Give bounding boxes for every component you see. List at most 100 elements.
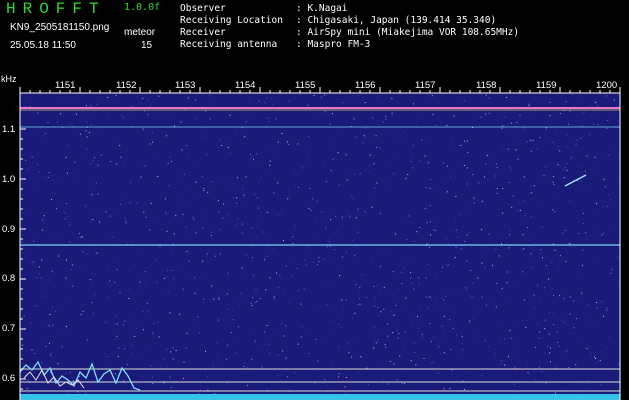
noise-speck	[500, 360, 502, 362]
noise-speck	[344, 386, 346, 388]
noise-speck	[247, 367, 249, 369]
noise-speck	[338, 376, 340, 378]
noise-speck	[508, 247, 510, 249]
noise-speck	[36, 183, 38, 185]
noise-speck	[298, 186, 299, 188]
noise-speck	[525, 326, 527, 328]
noise-speck	[55, 235, 57, 237]
noise-speck	[116, 268, 118, 270]
noise-speck	[601, 301, 603, 303]
noise-speck	[569, 110, 571, 112]
noise-speck	[56, 176, 58, 177]
noise-speck	[611, 268, 613, 270]
noise-speck	[86, 339, 88, 341]
noise-speck	[548, 278, 550, 280]
noise-speck	[562, 232, 564, 234]
noise-speck	[266, 117, 268, 119]
noise-speck	[488, 97, 490, 99]
noise-speck	[198, 393, 200, 394]
noise-speck	[557, 164, 559, 166]
noise-speck	[382, 121, 384, 123]
noise-speck	[257, 207, 259, 209]
noise-speck	[158, 321, 159, 323]
noise-speck	[502, 125, 504, 127]
noise-speck	[195, 99, 196, 101]
noise-speck	[88, 132, 90, 134]
noise-speck	[470, 270, 472, 271]
noise-speck	[537, 284, 539, 286]
noise-speck	[231, 310, 233, 312]
noise-speck	[337, 124, 339, 126]
noise-speck	[110, 285, 111, 287]
noise-speck	[418, 114, 420, 115]
noise-speck	[349, 215, 351, 217]
noise-speck	[462, 380, 464, 382]
noise-speck	[608, 121, 610, 123]
noise-speck	[424, 155, 426, 157]
noise-speck	[429, 205, 431, 206]
noise-speck	[216, 356, 218, 358]
x-tick-label: 1159	[536, 80, 557, 91]
noise-speck	[252, 297, 253, 299]
noise-speck	[437, 220, 439, 222]
noise-speck	[219, 139, 221, 141]
noise-speck	[438, 346, 440, 348]
noise-speck	[201, 176, 203, 177]
noise-speck	[21, 291, 23, 293]
noise-speck	[618, 364, 620, 366]
noise-speck	[57, 363, 59, 365]
noise-speck	[516, 100, 517, 102]
noise-speck	[86, 148, 88, 150]
noise-speck	[375, 135, 377, 137]
noise-speck	[134, 264, 136, 266]
noise-speck	[403, 131, 405, 133]
noise-speck	[431, 95, 433, 97]
noise-speck	[219, 228, 221, 230]
noise-speck	[183, 173, 185, 175]
noise-speck	[286, 385, 288, 387]
noise-speck	[426, 222, 428, 224]
noise-speck	[189, 232, 191, 234]
noise-speck	[566, 350, 568, 352]
noise-speck	[500, 340, 502, 342]
noise-speck	[142, 97, 144, 99]
noise-speck	[380, 266, 381, 268]
noise-speck	[55, 310, 57, 312]
noise-speck	[548, 333, 550, 335]
noise-speck	[568, 243, 570, 244]
noise-speck	[430, 179, 432, 180]
noise-speck	[508, 122, 510, 124]
noise-speck	[514, 367, 516, 369]
noise-speck	[140, 284, 142, 286]
noise-speck	[154, 259, 156, 261]
noise-speck	[204, 278, 205, 280]
noise-speck	[27, 254, 29, 256]
noise-speck	[107, 296, 108, 298]
noise-speck	[528, 105, 530, 107]
noise-speck	[412, 167, 414, 169]
noise-speck	[455, 177, 457, 179]
noise-speck	[142, 310, 144, 312]
noise-speck	[264, 331, 266, 333]
noise-speck	[319, 261, 321, 263]
noise-speck	[518, 156, 520, 158]
noise-speck	[429, 141, 431, 143]
noise-speck	[442, 266, 443, 268]
noise-speck	[181, 149, 183, 151]
noise-speck	[216, 342, 218, 344]
noise-speck	[236, 224, 238, 226]
noise-speck	[111, 236, 113, 238]
noise-speck	[297, 143, 299, 145]
noise-speck	[105, 322, 107, 324]
noise-speck	[411, 157, 413, 159]
noise-speck	[533, 113, 535, 115]
noise-speck	[78, 376, 80, 378]
noise-speck	[569, 200, 571, 201]
noise-speck	[496, 192, 498, 194]
noise-speck	[358, 293, 360, 295]
noise-speck	[251, 155, 253, 157]
noise-speck	[321, 383, 323, 384]
noise-speck	[563, 177, 565, 179]
noise-speck	[559, 255, 561, 257]
noise-speck	[237, 185, 239, 187]
